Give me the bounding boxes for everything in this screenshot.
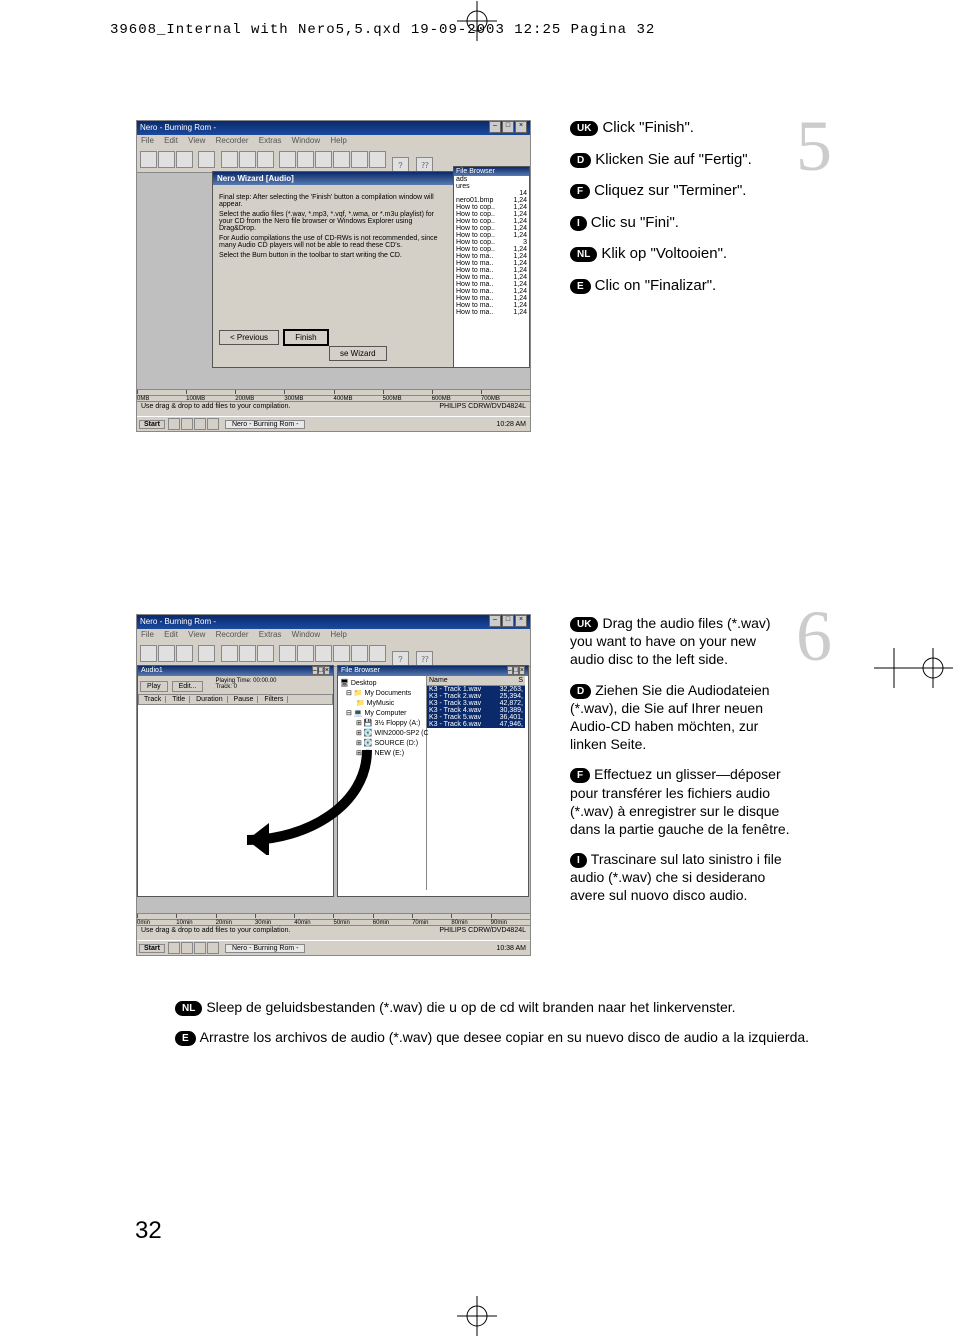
track-row: K3 - Track 6.wav47,946, bbox=[427, 721, 525, 728]
file-row: How to ma..1,24 bbox=[454, 253, 529, 260]
close-wizard-button: se Wizard bbox=[329, 346, 387, 361]
file-row: How to cop..3 bbox=[454, 239, 529, 246]
file-row: How to ma..1,24 bbox=[454, 274, 529, 281]
nero-wizard-panel: Nero Wizard [Audio] Final step: After se… bbox=[212, 171, 454, 368]
close-icon: × bbox=[515, 121, 527, 133]
track-row: K3 - Track 2.wav25,394, bbox=[427, 693, 525, 700]
track-row: K3 - Track 1.wav32,263, bbox=[427, 686, 525, 693]
window-title: Nero - Burning Rom - bbox=[140, 121, 216, 135]
track-row: K3 - Track 3.wav42,872, bbox=[427, 700, 525, 707]
wizard-text-2: Select the audio files (*.wav, *.mp3, *.… bbox=[219, 211, 447, 232]
window-titlebar: Nero - Burning Rom - – □ × bbox=[137, 121, 530, 135]
finish-button: Finish bbox=[283, 329, 328, 346]
lang-badge-d: D bbox=[570, 153, 591, 168]
screenshot-nero-wizard: Nero - Burning Rom - – □ × File Edit Vie… bbox=[136, 120, 531, 432]
wizard-title: Nero Wizard [Audio] bbox=[213, 172, 453, 185]
file-row: How to ma..1,24 bbox=[454, 295, 529, 302]
step6-instructions: UKDrag the audio files (*.wav) you want … bbox=[570, 614, 790, 917]
step5-instructions: UKClick "Finish". DKlicken Sie auf "Fert… bbox=[570, 118, 790, 307]
drag-arrow-icon bbox=[217, 745, 377, 857]
menu-bar: File Edit View Recorder Extras Window He… bbox=[137, 135, 530, 150]
file-row: ures bbox=[454, 183, 529, 190]
file-row: How to cop..1,24 bbox=[454, 232, 529, 239]
taskbar: Start Nero - Burning Rom - 10:28 AM bbox=[137, 416, 530, 431]
step-number-5: 5 bbox=[796, 110, 832, 182]
lang-badge-f: F bbox=[570, 184, 590, 199]
edit-button: Edit... bbox=[172, 681, 204, 692]
start-button: Start bbox=[139, 420, 165, 429]
taskbar-clock: 10:28 AM bbox=[496, 421, 528, 428]
step-number-6: 6 bbox=[796, 600, 832, 672]
lang-badge-nl: NL bbox=[570, 247, 597, 262]
maximize-icon: □ bbox=[502, 615, 514, 627]
file-row: How to ma..1,24 bbox=[454, 302, 529, 309]
minimize-icon: – bbox=[489, 615, 501, 627]
file-list: NameS K3 - Track 1.wav32,263,K3 - Track … bbox=[427, 676, 525, 728]
wizard-text-4: Select the Burn button in the toolbar to… bbox=[219, 252, 447, 259]
taskbar-app: Nero - Burning Rom - bbox=[225, 420, 306, 429]
file-row: nero01.bmp1,24 bbox=[454, 197, 529, 204]
screenshot-nero-drag: Nero - Burning Rom - – □ × File Edit Vie… bbox=[136, 614, 531, 956]
registration-mark-bottom bbox=[457, 1296, 497, 1336]
file-row: How to cop..1,24 bbox=[454, 211, 529, 218]
status-bar: Use drag & drop to add files to your com… bbox=[137, 401, 530, 417]
lang-badge-uk: UK bbox=[570, 121, 598, 136]
file-row: How to ma..1,24 bbox=[454, 260, 529, 267]
track-row: K3 - Track 4.wav30,389, bbox=[427, 707, 525, 714]
tray-icon bbox=[168, 418, 180, 430]
file-row: How to cop..1,24 bbox=[454, 225, 529, 232]
close-icon: × bbox=[515, 615, 527, 627]
file-row: How to cop..1,24 bbox=[454, 204, 529, 211]
step6-instructions-below: NLSleep de geluidsbestanden (*.wav) die … bbox=[175, 998, 830, 1058]
previous-button: < Previous bbox=[219, 330, 279, 345]
crop-mark-right-inner bbox=[874, 648, 914, 688]
wizard-text-1: Final step: After selecting the 'Finish'… bbox=[219, 194, 447, 208]
page-number: 32 bbox=[135, 1217, 162, 1245]
file-row: How to cop..1,24 bbox=[454, 246, 529, 253]
file-row: 14 bbox=[454, 190, 529, 197]
file-row: How to ma..1,24 bbox=[454, 281, 529, 288]
file-row: How to ma..1,24 bbox=[454, 309, 529, 316]
file-row: How to cop..1,24 bbox=[454, 218, 529, 225]
track-row: K3 - Track 5.wav36,401, bbox=[427, 714, 525, 721]
lang-badge-e: E bbox=[570, 279, 591, 294]
document-header: 39608_Internal with Nero5,5.qxd 19-09-20… bbox=[110, 22, 655, 38]
toolbar-button bbox=[140, 151, 157, 168]
file-row: How to ma..1,24 bbox=[454, 288, 529, 295]
maximize-icon: □ bbox=[502, 121, 514, 133]
minimize-icon: – bbox=[489, 121, 501, 133]
file-row: ads bbox=[454, 176, 529, 183]
play-button: Play bbox=[140, 681, 168, 692]
file-browser-panel: File Browser adsures14nero01.bmp1,24How … bbox=[453, 166, 530, 368]
wizard-text-3: For Audio compilations the use of CD-RWs… bbox=[219, 235, 447, 249]
file-row: How to ma..1,24 bbox=[454, 267, 529, 274]
lang-badge-i: I bbox=[570, 216, 587, 231]
registration-mark-right-outer bbox=[913, 648, 953, 688]
